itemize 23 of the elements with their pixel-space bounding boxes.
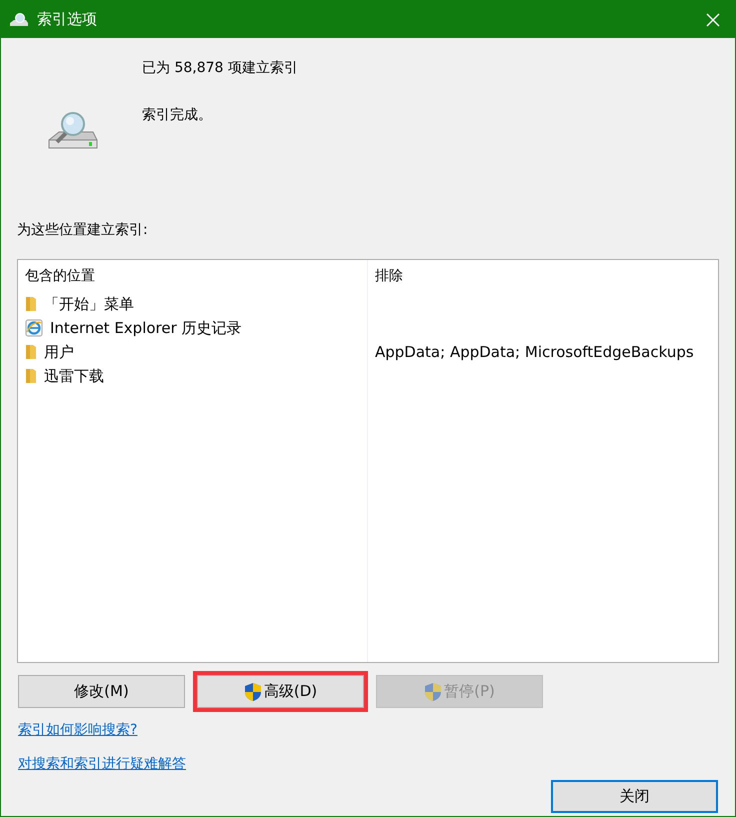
help-link[interactable]: 索引如何影响搜索? (18, 720, 138, 741)
help-link[interactable]: 对搜索和索引进行疑难解答 (18, 754, 186, 775)
shield-icon (424, 682, 442, 702)
folder-icon (25, 344, 37, 360)
locations-label: 为这些位置建立索引: (17, 221, 149, 240)
folder-icon (25, 296, 37, 312)
location-cell-text: 用户 (44, 342, 74, 363)
action-button[interactable]: 高级(D) (197, 675, 364, 708)
column-header[interactable]: 排除 (368, 260, 718, 292)
shield-icon (244, 682, 262, 702)
app-icon (9, 12, 29, 28)
action-button[interactable]: 修改(M) (18, 675, 185, 708)
exclude-cell-text: AppData; AppData; MicrosoftEdgeBackups (375, 342, 694, 363)
location-cell-text: Internet Explorer 历史记录 (50, 318, 242, 339)
window-title: 索引选项 (37, 9, 97, 30)
close-button[interactable]: 关闭 (551, 780, 718, 813)
index-status: 索引完成。 (142, 106, 213, 125)
folder-icon (25, 368, 37, 384)
index-count: 已为 58,878 项建立索引 (142, 59, 298, 78)
location-cell-text: 「开始」菜单 (44, 294, 134, 315)
column-header[interactable]: 包含的位置 (18, 260, 367, 292)
location-cell-text: 迅雷下载 (44, 366, 104, 387)
browser-icon (25, 319, 43, 337)
